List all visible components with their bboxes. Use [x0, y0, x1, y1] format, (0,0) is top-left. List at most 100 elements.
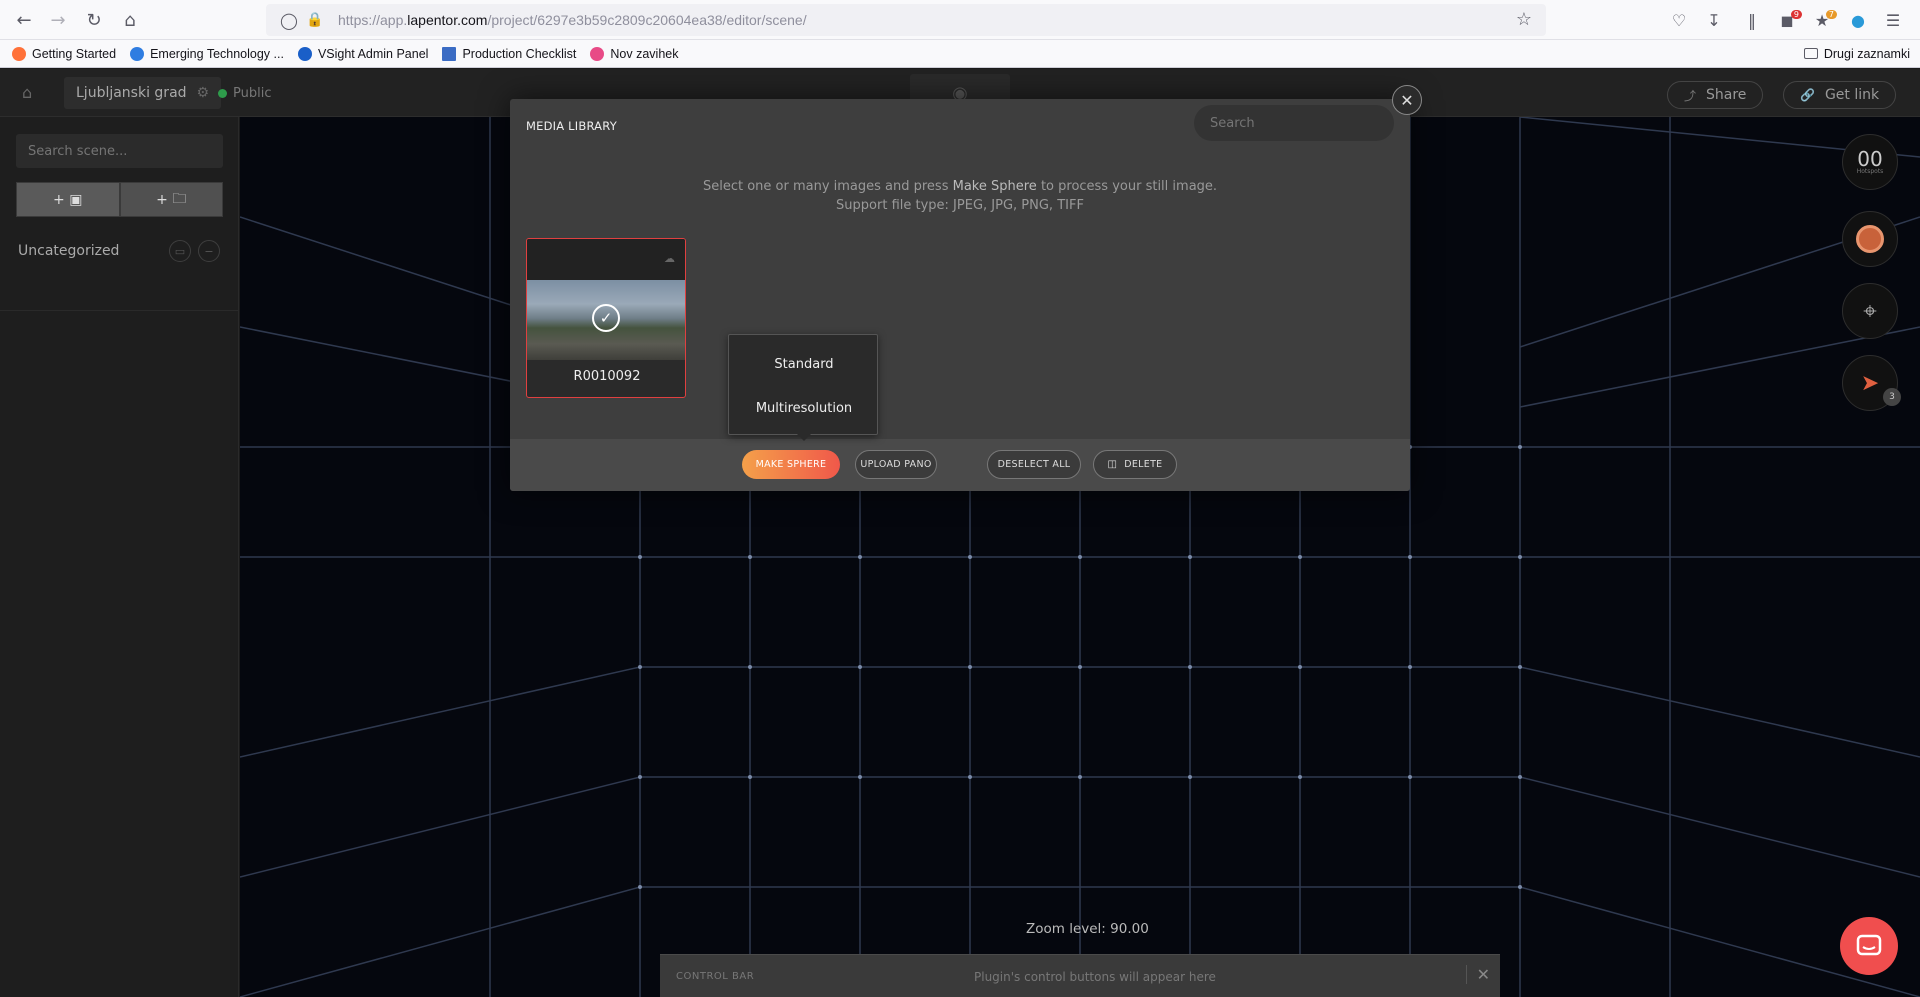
modal-title: MEDIA LIBRARY — [526, 119, 617, 133]
rocket-icon: ➤ — [1860, 370, 1880, 396]
bookmark-label: Getting Started — [32, 46, 117, 61]
browser-toolbar: ← → ↻ ⌂ ◯ 🔒 https://app.lapentor.com/pro… — [0, 0, 1920, 40]
pin-icon[interactable]: ✕ — [1465, 965, 1490, 984]
bookmark-label: Nov zavihek — [610, 46, 679, 61]
bookmark-star-icon[interactable]: ☆ — [1516, 9, 1532, 30]
option-standard[interactable]: Standard — [729, 357, 879, 372]
control-bar-label: CONTROL BAR — [676, 971, 755, 982]
media-search-input[interactable] — [1194, 105, 1394, 141]
url-bar[interactable]: ◯ 🔒 https://app.lapentor.com/project/629… — [266, 4, 1546, 36]
firefox-icon — [590, 46, 605, 61]
hotspots-button[interactable]: 00 Hotspots — [1842, 134, 1898, 190]
collapse-icon[interactable]: − — [198, 240, 220, 262]
instructions: Select one or many images and press Make… — [510, 177, 1410, 215]
menu-icon[interactable]: ☰ — [1880, 8, 1906, 32]
group-name[interactable]: Uncategorized — [18, 243, 119, 259]
upload-pano-button[interactable]: UPLOAD PANO — [855, 450, 937, 479]
close-icon[interactable]: ✕ — [1392, 85, 1422, 115]
share-button[interactable]: ⤴ Share — [1667, 81, 1764, 109]
project-name-pill[interactable]: Ljubljanski grad ⚙ — [64, 77, 222, 109]
scene-search-input[interactable] — [16, 134, 223, 168]
library-icon[interactable]: ‖ — [1739, 8, 1765, 32]
divider — [0, 310, 239, 311]
other-bookmarks[interactable]: Drugi zaznamki — [1803, 46, 1910, 61]
folder-icon — [1803, 48, 1818, 59]
popover-arrow — [797, 434, 811, 441]
extension-icon[interactable]: ★ 7 — [1809, 8, 1837, 32]
image-icon: ▣ — [69, 191, 83, 208]
trash-icon: ◫ — [1107, 459, 1118, 470]
extension-bird-icon[interactable]: ● — [1845, 8, 1871, 32]
visibility-status[interactable]: Public — [218, 86, 271, 101]
reload-icon[interactable]: ↻ — [80, 8, 108, 32]
supported-types: Support file type: JPEG, JPG, PNG, TIFF — [836, 198, 1084, 213]
get-link-button[interactable]: 🔗 Get link — [1783, 81, 1897, 109]
media-library-modal: MEDIA LIBRARY Select one or many images … — [510, 99, 1410, 491]
share-label: Share — [1706, 87, 1747, 103]
media-item-name: R0010092 — [573, 369, 641, 384]
modal-footer: MAKE SPHERE UPLOAD PANO DESELECT ALL ◫ DE… — [510, 439, 1410, 491]
bookmark-label: Production Checklist — [462, 46, 577, 61]
publish-rocket-button[interactable]: ➤ 3 — [1842, 355, 1901, 411]
crop-icon[interactable]: ⌖ — [1842, 283, 1898, 339]
extension-badge: 9 — [1790, 10, 1802, 19]
delete-button[interactable]: ◫ DELETE — [1093, 450, 1177, 479]
extension-ublock-icon[interactable]: ◼ 9 — [1774, 8, 1802, 32]
bookmark-emerging-technology[interactable]: Emerging Technology ... — [130, 46, 284, 61]
chat-support-button[interactable] — [1840, 917, 1898, 975]
default-view-button[interactable] — [1842, 211, 1898, 267]
folder-icon: 🗀 — [172, 190, 187, 207]
downloads-icon[interactable]: ↧ — [1701, 8, 1727, 32]
hotspot-label: Hotspots — [1856, 168, 1884, 175]
cloud-icon: ☁ — [664, 252, 675, 265]
home-icon[interactable]: ⌂ — [22, 83, 32, 102]
make-sphere-options: Standard Multiresolution — [728, 334, 878, 435]
url-text[interactable]: https://app.lapentor.com/project/6297e3b… — [338, 12, 807, 28]
add-image-button[interactable]: + ▣ — [16, 182, 120, 217]
control-bar: CONTROL BAR Plugin's control buttons wil… — [660, 954, 1500, 997]
scene-sidebar: + ▣ + 🗀 Uncategorized ▭ − — [0, 117, 239, 997]
bookmark-production-checklist[interactable]: Production Checklist — [442, 46, 577, 61]
extension-badge: 7 — [1825, 10, 1837, 19]
thumb-header — [527, 239, 685, 280]
other-bookmarks-label: Drugi zaznamki — [1823, 46, 1910, 61]
bookmark-label: VSight Admin Panel — [317, 46, 429, 61]
bookmark-vsight-admin[interactable]: VSight Admin Panel — [297, 46, 429, 61]
share-icon: ⤴ — [1684, 88, 1697, 103]
home-icon[interactable]: ⌂ — [116, 8, 144, 32]
add-label: + — [53, 191, 65, 208]
trash-icon[interactable]: ▭ — [169, 240, 191, 262]
info-text: Select one or many images and press — [702, 179, 953, 194]
site-icon — [130, 46, 145, 61]
bookmark-label: Emerging Technology ... — [150, 46, 284, 61]
project-name: Ljubljanski grad — [76, 85, 187, 101]
bookmarks-bar: Getting Started Emerging Technology ... … — [0, 40, 1920, 68]
add-scene-row: + ▣ + 🗀 — [16, 182, 223, 217]
lock-icon[interactable]: 🔒 — [306, 12, 326, 28]
status-dot — [218, 89, 227, 98]
option-multiresolution[interactable]: Multiresolution — [729, 401, 879, 416]
control-bar-message: Plugin's control buttons will appear her… — [974, 970, 1216, 984]
visibility-label: Public — [233, 86, 272, 101]
info-text: to process your still image. — [1036, 179, 1218, 194]
back-icon[interactable]: ← — [10, 8, 38, 32]
check-icon: ✓ — [592, 304, 620, 332]
bookmark-getting-started[interactable]: Getting Started — [12, 46, 117, 61]
forward-icon[interactable]: → — [44, 8, 72, 32]
deselect-all-button[interactable]: DESELECT ALL — [987, 450, 1081, 479]
link-icon: 🔗 — [1800, 88, 1815, 102]
bookmark-nov-zavihek[interactable]: Nov zavihek — [590, 46, 679, 61]
tracking-shield-icon[interactable]: ◯ — [280, 11, 300, 30]
gear-icon[interactable]: ⚙ — [197, 85, 210, 101]
chart-icon — [442, 46, 457, 61]
firefox-icon — [12, 46, 26, 61]
pocket-icon[interactable]: ♡ — [1666, 8, 1692, 32]
site-icon — [297, 46, 312, 61]
chat-icon — [1856, 934, 1882, 956]
add-folder-button[interactable]: + 🗀 — [119, 182, 223, 217]
delete-label: DELETE — [1124, 459, 1163, 470]
media-item[interactable]: ☁ ✓ R0010092 — [526, 238, 686, 398]
target-icon — [1856, 225, 1884, 253]
get-link-label: Get link — [1824, 87, 1880, 103]
make-sphere-button[interactable]: MAKE SPHERE — [742, 450, 840, 479]
